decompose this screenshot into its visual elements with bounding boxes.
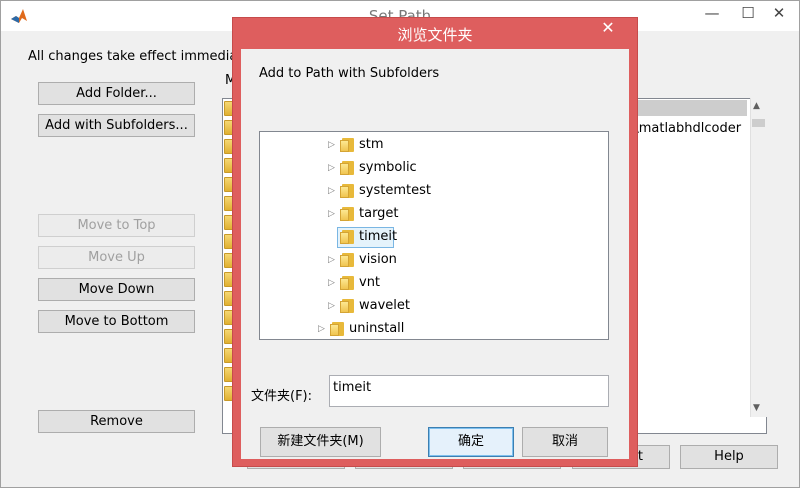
close-icon[interactable]: ✕ bbox=[589, 18, 627, 40]
folder-icon bbox=[340, 138, 354, 152]
path-list-scrollbar[interactable] bbox=[750, 98, 767, 417]
new-folder-button[interactable]: 新建文件夹(M) bbox=[260, 427, 381, 457]
move-down-button[interactable]: Move Down bbox=[38, 278, 195, 301]
dialog-title: 浏览文件夹 bbox=[397, 26, 473, 44]
folder-icon bbox=[330, 322, 344, 336]
expand-arrow-icon[interactable]: ▷ bbox=[328, 158, 338, 178]
tree-item-label: vnt bbox=[359, 275, 381, 290]
add-folder-button[interactable]: Add Folder... bbox=[38, 82, 195, 105]
tree-item-label: uninstall bbox=[349, 321, 405, 336]
add-with-subfolders-button[interactable]: Add with Subfolders... bbox=[38, 114, 195, 137]
expand-arrow-icon[interactable]: ▷ bbox=[328, 273, 338, 293]
changes-note: All changes take effect immediately. bbox=[28, 49, 265, 64]
move-to-bottom-button[interactable]: Move to Bottom bbox=[38, 310, 195, 333]
tree-item-label: wavelet bbox=[359, 298, 410, 313]
move-up-button[interactable]: Move Up bbox=[38, 246, 195, 269]
tree-item-label: vision bbox=[359, 252, 397, 267]
tree-item-label: timeit bbox=[359, 229, 398, 244]
expand-arrow-icon[interactable]: ▷ bbox=[328, 135, 338, 155]
dialog-body: Add to Path with Subfolders ▷ stm ▷ symb… bbox=[241, 49, 629, 459]
path-list-scroll-thumb[interactable] bbox=[752, 119, 765, 127]
folder-field-label: 文件夹(F): bbox=[251, 389, 313, 404]
scroll-up-icon[interactable]: ▲ bbox=[753, 101, 760, 111]
tree-item-label: target bbox=[359, 206, 399, 221]
folder-icon bbox=[340, 207, 354, 221]
folder-icon bbox=[340, 299, 354, 313]
ok-button[interactable]: 确定 bbox=[428, 427, 514, 457]
folder-input[interactable]: timeit bbox=[329, 375, 609, 407]
dialog-description: Add to Path with Subfolders bbox=[259, 66, 440, 81]
folder-icon bbox=[340, 184, 354, 198]
expand-arrow-icon[interactable]: ▷ bbox=[328, 181, 338, 201]
expand-arrow-icon[interactable]: ▷ bbox=[328, 250, 338, 270]
folder-tree[interactable]: ▷ stm ▷ symbolic ▷ systemtest ▷ target t… bbox=[259, 131, 609, 340]
cancel-button[interactable]: 取消 bbox=[522, 427, 608, 457]
expand-arrow-icon[interactable]: ▷ bbox=[328, 204, 338, 224]
close-icon[interactable]: ✕ bbox=[759, 1, 799, 27]
folder-icon bbox=[340, 230, 354, 244]
folder-icon bbox=[340, 161, 354, 175]
tree-item-label: symbolic bbox=[359, 160, 417, 175]
expand-arrow-icon[interactable]: ▷ bbox=[318, 319, 328, 339]
path-list-item[interactable]: er\matlabhdlcoder bbox=[621, 121, 741, 136]
tree-item-label: stm bbox=[359, 137, 384, 152]
scroll-down-icon[interactable]: ▼ bbox=[753, 403, 760, 413]
expand-arrow-icon[interactable]: ▷ bbox=[328, 296, 338, 316]
folder-icon bbox=[340, 253, 354, 267]
dialog-titlebar: 浏览文件夹 ✕ bbox=[233, 18, 637, 48]
folder-icon bbox=[340, 276, 354, 290]
remove-button[interactable]: Remove bbox=[38, 410, 195, 433]
help-button[interactable]: Help bbox=[680, 445, 778, 469]
move-to-top-button[interactable]: Move to Top bbox=[38, 214, 195, 237]
tree-item-label: systemtest bbox=[359, 183, 431, 198]
browse-folder-dialog: 浏览文件夹 ✕ Add to Path with Subfolders ▷ st… bbox=[232, 17, 638, 467]
